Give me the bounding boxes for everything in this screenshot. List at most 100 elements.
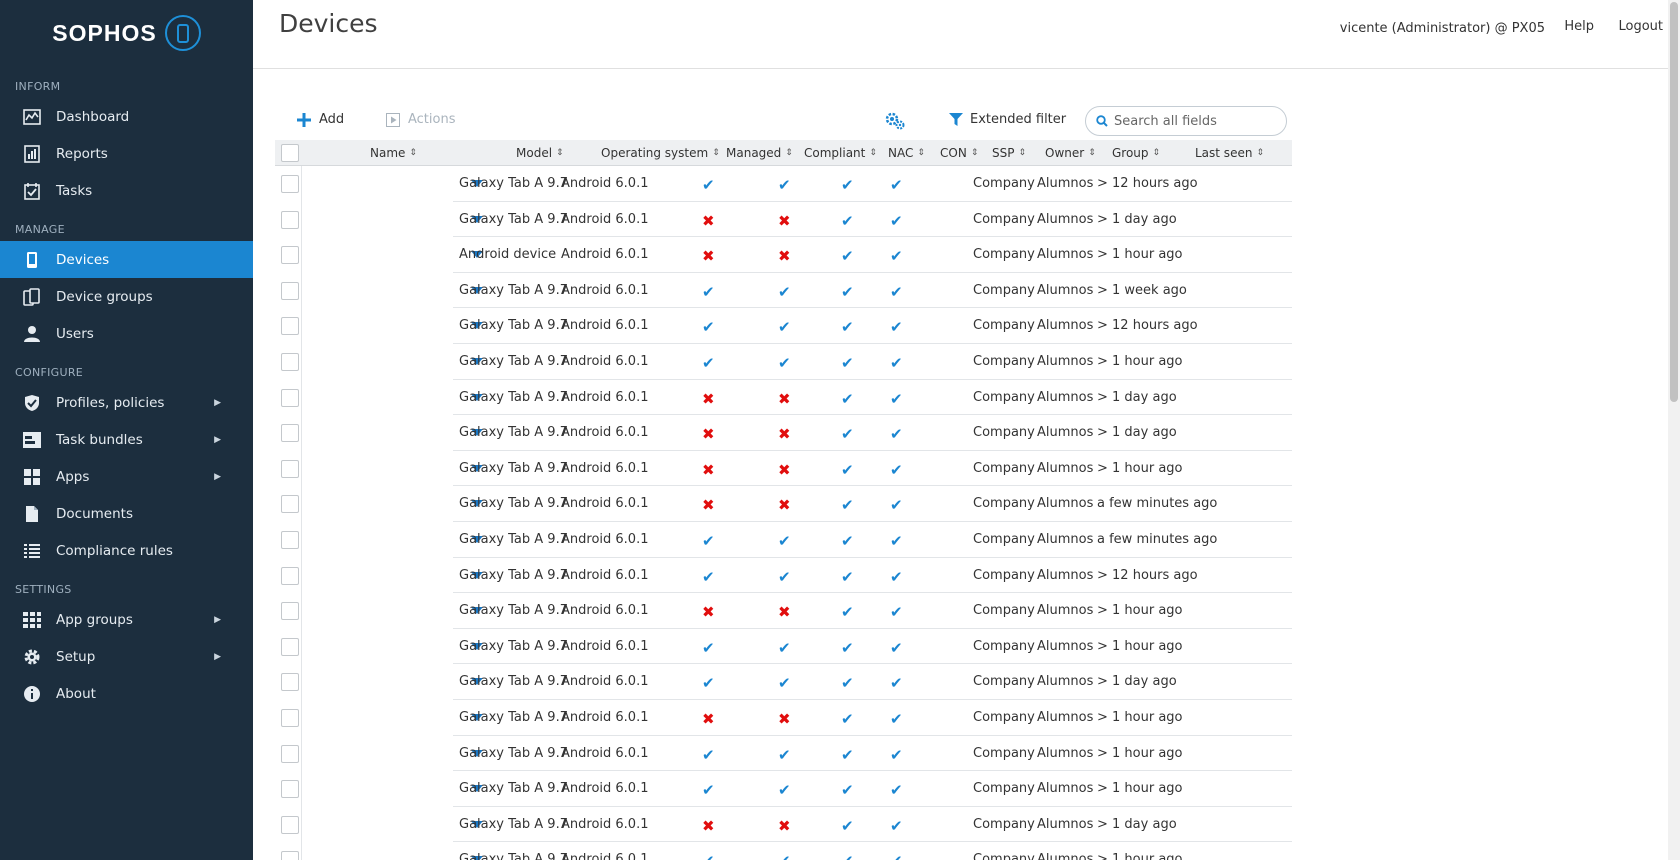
scrollbar[interactable]	[1668, 0, 1680, 860]
table-row[interactable]: Galaxy Tab A 9.7Android 6.0.1 ✔ ✔ ✔ ✔ Company…	[275, 308, 1292, 344]
row-checkbox[interactable]	[281, 566, 299, 585]
row-checkbox[interactable]	[281, 246, 299, 265]
table-row[interactable]: Galaxy Tab A 9.7 Android 6.0.1 ✖ ✖ ✔ ✔ Company…	[275, 379, 1292, 416]
owner-cell: Company	[973, 781, 1035, 797]
col-header-owner[interactable]: Owner ⇕	[1045, 146, 1096, 160]
table-row[interactable]: Galaxy Tab A 9.7Android 6.0.1 ✔ ✔ ✔ ✔ Company…	[275, 735, 1292, 772]
column-settings-gear-icon[interactable]	[885, 111, 905, 135]
table-row[interactable]: Galaxy Tab A 9.7Android 6.0.1 ✔ ✔ ✔ ✔ Company…	[275, 664, 1292, 700]
row-checkbox[interactable]	[281, 495, 299, 514]
os-cell: Android 6.0.1	[561, 176, 649, 191]
col-header-nac[interactable]: NAC ⇕	[888, 146, 925, 160]
table-row[interactable]: Galaxy Tab A 9.7Android 6.0.1 ✔ ✔ ✔ ✔ Company…	[275, 771, 1292, 807]
table-row[interactable]: Galaxy Tab A 9.7Android 6.0.1 ✔ ✔ ✔ ✔ Company…	[275, 842, 1292, 860]
sidebar-item-users[interactable]: Users	[0, 315, 253, 352]
row-checkbox[interactable]	[281, 602, 299, 621]
os-cell: Android 6.0.1	[561, 781, 649, 797]
user-info[interactable]: vicente (Administrator) @ PX05	[1340, 21, 1545, 36]
sidebar-item-device-groups[interactable]: Device groups	[0, 278, 253, 315]
table-row[interactable]: Galaxy Tab A 9.7 Android 6.0.1 ✖ ✖ ✔ ✔ Company…	[275, 593, 1292, 629]
sidebar-item-app-groups[interactable]: App groups ▶	[0, 601, 253, 638]
last-seen-cell: > 1 hour ago	[1097, 247, 1183, 263]
table-row[interactable]: Galaxy Tab A 9.7 Android 6.0.1 ✖ ✖ ✔ ✔ Company…	[275, 201, 1292, 238]
table-row[interactable]: Galaxy Tab A 9.7Android 6.0.1 ✔ ✔ ✔ ✔ Company…	[275, 272, 1292, 309]
table-row[interactable]: Galaxy Tab A 9.7 Android 6.0.1 ✖ ✖ ✔ ✔ Company…	[275, 486, 1292, 522]
actions-button[interactable]: Actions	[386, 112, 456, 127]
row-checkbox[interactable]	[281, 175, 299, 193]
owner-cell: Company	[973, 282, 1035, 298]
table-row[interactable]: Galaxy Tab A 9.7Android 6.0.1 ✔ ✔ ✔ ✔ Company…	[275, 521, 1292, 558]
add-button[interactable]: Add	[297, 112, 344, 127]
sidebar-item-compliance-rules[interactable]: Compliance rules	[0, 532, 253, 569]
scrollbar-thumb[interactable]	[1670, 2, 1678, 402]
os-cell: Android 6.0.1	[561, 603, 649, 619]
group-cell: Alumnos	[1037, 389, 1094, 405]
row-checkbox[interactable]	[281, 708, 299, 727]
managed-check-icon: ✔	[702, 638, 715, 657]
row-checkbox[interactable]	[281, 388, 299, 407]
table-row[interactable]: Galaxy Tab A 9.7Android 6.0.1 ✔ ✔ ✔ ✔ Company…	[275, 166, 1292, 202]
con-check-icon: ✔	[890, 603, 903, 622]
col-header-model[interactable]: Model ⇕	[516, 146, 564, 160]
col-header-group[interactable]: Group ⇕	[1112, 146, 1160, 160]
sidebar-item-label: Reports	[56, 145, 108, 162]
compliant-cross-icon: ✖	[778, 816, 791, 835]
last-seen-cell: > 1 hour ago	[1097, 745, 1183, 761]
sidebar-item-documents[interactable]: Documents	[0, 495, 253, 532]
table-row[interactable]: Galaxy Tab A 9.7Android 6.0.1 ✔ ✔ ✔ ✔ Company…	[275, 628, 1292, 665]
sidebar-item-profiles-policies[interactable]: Profiles, policies ▶	[0, 384, 253, 421]
select-all-checkbox[interactable]	[281, 144, 299, 162]
brand-logo[interactable]: SOPHOS	[0, 0, 253, 66]
table-row[interactable]: Galaxy Tab A 9.7Android 6.0.1 ✔ ✔ ✔ ✔ Company…	[275, 343, 1292, 380]
row-checkbox[interactable]	[281, 780, 299, 799]
sidebar-item-dashboard[interactable]: Dashboard	[0, 98, 253, 135]
col-header-managed[interactable]: Managed ⇕	[726, 146, 793, 160]
sidebar-item-task-bundles[interactable]: Task bundles ▶	[0, 421, 253, 458]
row-checkbox[interactable]	[281, 352, 299, 371]
table-row[interactable]: Galaxy Tab A 9.7 Android 6.0.1 ✖ ✖ ✔ ✔ Company…	[275, 806, 1292, 843]
sidebar-item-reports[interactable]: Reports	[0, 135, 253, 172]
grid-icon	[22, 610, 42, 630]
table-row[interactable]: Galaxy Tab A 9.7 Android 6.0.1 ✖ ✖ ✔ ✔ Company…	[275, 415, 1292, 451]
col-header-ssp[interactable]: SSP ⇕	[992, 146, 1026, 160]
device-icon	[22, 250, 42, 270]
sidebar-item-setup[interactable]: Setup ▶	[0, 638, 253, 675]
row-checkbox[interactable]	[281, 530, 299, 549]
extended-filter-button[interactable]: Extended filter	[949, 112, 1066, 127]
row-checkbox[interactable]	[281, 424, 299, 443]
sidebar-item-tasks[interactable]: Tasks	[0, 172, 253, 209]
row-checkbox[interactable]	[281, 459, 299, 478]
col-header-os[interactable]: Operating system ⇕	[601, 146, 720, 160]
table-row[interactable]: Galaxy Tab A 9.7Android 6.0.1 ✔ ✔ ✔ ✔ Company…	[275, 557, 1292, 594]
table-row[interactable]: Android device Android 6.0.1 ✖ ✖ ✔ ✔ Company Al…	[275, 237, 1292, 273]
row-checkbox[interactable]	[281, 317, 299, 336]
owner-cell: Company	[973, 709, 1035, 725]
compliant-cross-icon: ✖	[778, 460, 791, 479]
managed-check-icon: ✔	[702, 282, 715, 301]
search-input[interactable]	[1114, 113, 1274, 129]
group-cell: Alumnos	[1037, 852, 1094, 860]
row-checkbox[interactable]	[281, 744, 299, 763]
help-link[interactable]: Help	[1564, 19, 1594, 34]
row-checkbox[interactable]	[281, 673, 299, 692]
row-checkbox[interactable]	[281, 637, 299, 656]
sidebar-item-label: About	[56, 685, 96, 702]
col-header-con[interactable]: CON ⇕	[940, 146, 978, 160]
sidebar-item-devices[interactable]: Devices	[0, 241, 253, 278]
sidebar-item-about[interactable]: About	[0, 675, 253, 712]
row-checkbox[interactable]	[281, 815, 299, 834]
sidebar-item-apps[interactable]: Apps ▶	[0, 458, 253, 495]
table-row[interactable]: Galaxy Tab A 9.7 Android 6.0.1 ✖ ✖ ✔ ✔ Company…	[275, 450, 1292, 487]
row-checkbox[interactable]	[281, 281, 299, 300]
col-header-last-seen[interactable]: Last seen ⇕	[1195, 146, 1264, 160]
row-checkbox[interactable]	[281, 210, 299, 229]
managed-cross-icon: ✖	[702, 496, 715, 515]
logout-link[interactable]: Logout	[1618, 19, 1663, 34]
table-row[interactable]: Galaxy Tab A 9.7 Android 6.0.1 ✖ ✖ ✔ ✔ Company…	[275, 699, 1292, 736]
row-checkbox[interactable]	[281, 851, 299, 860]
mobile-logo-icon	[164, 15, 201, 51]
col-header-compliant[interactable]: Compliant ⇕	[804, 146, 877, 160]
table-header: Name ⇕ Model ⇕ Operating system ⇕ Managed ⇕ …	[275, 140, 1292, 166]
group-cell: Alumnos	[1037, 318, 1094, 334]
col-header-name[interactable]: Name ⇕	[370, 146, 417, 160]
